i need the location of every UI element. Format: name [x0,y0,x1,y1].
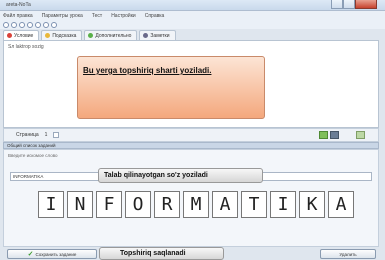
toolbar-button[interactable] [35,21,41,28]
tab-hint[interactable]: Подсказка [41,30,83,40]
menu-bar: Файл правка Параметры урока Тест Настрой… [0,11,385,20]
close-button[interactable] [355,0,377,9]
toolbar-button[interactable] [3,21,9,28]
media-icon[interactable] [330,131,339,139]
toolbar-button[interactable] [11,21,17,28]
checkmark-icon: ✓ [27,251,34,258]
callout-task-condition: Bu yerga topshiriq sharti yoziladi. [77,56,265,119]
tab-strip: Условие Подсказка Дополнительно Заметки [3,30,176,40]
letter-tile[interactable]: T [241,191,267,218]
callout-text: Talab qilinayotgan so'z yoziladi [104,172,208,179]
toolbar-button[interactable] [43,21,49,28]
letter-tile[interactable]: F [96,191,122,218]
panel-header: Общий список заданий [3,142,379,149]
letter-tile[interactable]: I [270,191,296,218]
letter-tile[interactable]: O [125,191,151,218]
letter-tile[interactable]: M [183,191,209,218]
tab-notes[interactable]: Заметки [139,30,176,40]
callout-word: Talab qilinayotgan so'z yoziladi [98,168,263,183]
toolbar [0,20,385,29]
editor-text: Sл laktrop sozig [8,44,44,50]
picture-icon[interactable] [356,131,365,139]
tab-label: Дополнительно [95,32,132,39]
page-label: Страница [16,132,39,138]
delete-button[interactable]: Удалить [320,249,376,259]
checkbox[interactable] [53,132,60,138]
tab-dot-icon [7,33,12,38]
letter-tile[interactable]: K [299,191,325,218]
callout-text: Topshiriq saqlanadi [120,250,186,257]
image-icon[interactable] [319,131,328,139]
tab-condition[interactable]: Условие [3,30,40,40]
tab-dot-icon [45,33,51,38]
letter-tile[interactable]: R [154,191,180,218]
title-bar: areta-NoTa [0,0,385,11]
maximize-button[interactable] [343,0,355,9]
menu-item[interactable]: Справка [145,13,165,19]
tab-label: Заметки [150,32,170,39]
tab-label: Условие [14,32,34,39]
letter-tile[interactable]: A [212,191,238,218]
save-button-label: Сохранить задание [35,251,77,257]
toolbar-button[interactable] [51,21,57,28]
callout-text: Bu yerga topshiriq sharti yoziladi. [83,66,212,75]
letter-tile[interactable]: N [67,191,93,218]
menu-item[interactable]: Настройки [111,13,136,19]
menu-item[interactable]: Файл правка [3,13,33,19]
page-value[interactable]: 1 [45,132,48,138]
status-bar: Страница 1 [3,128,379,142]
tab-dot-icon [143,33,149,38]
minimize-button[interactable] [331,0,343,9]
letter-tiles: I N F O R M A T I K A [38,191,354,218]
tab-dot-icon [88,33,94,38]
tab-label: Подсказка [52,32,77,39]
window-controls [331,0,377,9]
delete-button-label: Удалить [339,251,357,257]
window-title: areta-NoTa [6,2,31,8]
save-task-button[interactable]: ✓ Сохранить задание [7,249,97,259]
tab-extra[interactable]: Дополнительно [84,30,138,40]
toolbar-button[interactable] [19,21,25,28]
panel-subtitle: Введите искомое слово [8,153,58,158]
menu-item[interactable]: Тест [92,13,102,19]
callout-save: Topshiriq saqlanadi [99,247,224,260]
toolbar-button[interactable] [27,21,33,28]
menu-item[interactable]: Параметры урока [42,13,83,19]
letter-tile[interactable]: A [328,191,354,218]
letter-tile[interactable]: I [38,191,64,218]
